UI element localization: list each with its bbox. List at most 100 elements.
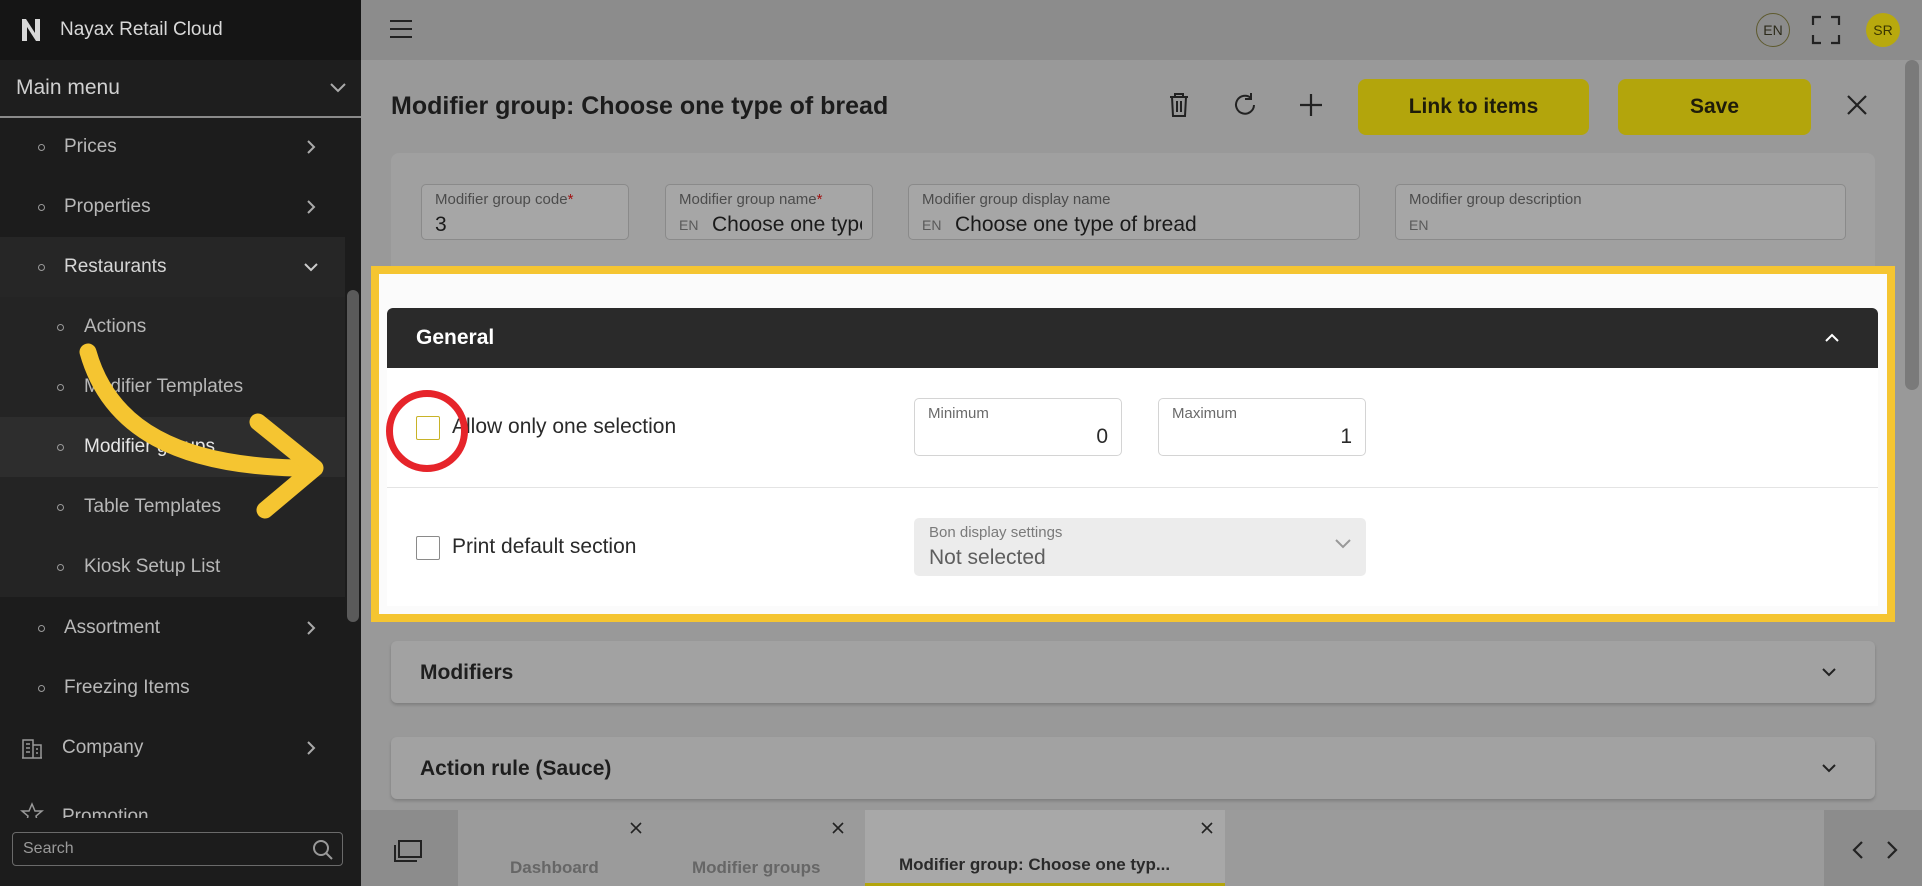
sidebar-item-restaurants[interactable]: Restaurants [0,237,345,297]
minimum-value: 0 [1096,425,1108,448]
allow-one-selection-label: Allow only one selection [452,415,677,438]
page-title: Modifier group: Choose one type of bread [391,92,889,120]
close-icon[interactable] [628,820,644,836]
minimum-label: Minimum [928,405,989,422]
chevron-up-icon [1825,333,1839,342]
sidebar-item-prices[interactable]: Prices [0,117,345,177]
chevron-right-icon [307,621,316,635]
print-default-section-label: Print default section [452,535,637,558]
user-avatar[interactable]: SR [1866,13,1900,47]
bullet-icon [38,684,45,692]
sidebar-item-company[interactable]: Company [0,718,345,778]
annotation-arrow-icon [79,343,324,519]
print-default-section-checkbox[interactable] [416,536,440,560]
chevron-down-icon [330,83,346,93]
tab-label: Dashboard [510,858,599,877]
bullet-icon [57,443,64,451]
building-icon [22,739,42,759]
tab-modifier-group-detail[interactable]: Modifier group: Choose one typ... [865,810,1225,886]
modifier-group-description-field[interactable]: Modifier group description EN [1395,184,1846,240]
chevron-right-icon [307,200,316,214]
code-label: Modifier group code [435,191,568,208]
chevron-right-icon[interactable] [1884,840,1900,860]
maximum-field[interactable]: Maximum 1 [1158,398,1366,456]
tab-dashboard[interactable]: Dashboard [458,810,654,886]
language-tag: EN [1409,217,1429,233]
description-label: Modifier group description [1409,191,1582,208]
chevron-left-icon[interactable] [1850,840,1866,860]
refresh-icon[interactable] [1230,90,1260,120]
trash-icon[interactable] [1164,90,1194,120]
close-icon[interactable] [1199,820,1215,836]
close-icon[interactable] [1842,90,1872,120]
app-title: Nayax Retail Cloud [60,19,223,40]
bullet-icon [38,624,45,632]
sidebar-item-label: Properties [64,196,151,217]
general-section-body: Allow only one selection Minimum 0 Maxim… [387,368,1878,606]
sidebar-item-promotion[interactable]: Promotion [0,778,345,818]
code-value: 3 [435,213,447,236]
action-rule-section-header[interactable]: Action rule (Sauce) [391,737,1875,799]
tab-strip: Dashboard Modifier groups Modifier group… [458,810,1824,886]
modifier-group-display-name-field[interactable]: Modifier group display name EN Choose on… [908,184,1360,240]
add-icon[interactable] [1296,90,1326,120]
display-name-label: Modifier group display name [922,191,1111,208]
hamburger-menu-icon[interactable] [389,18,413,40]
sidebar-item-freezing-items[interactable]: Freezing Items [0,658,345,718]
window-tabs-icon[interactable] [393,839,423,863]
name-value: Choose one type of bread [712,213,862,236]
field-label: Modifier group code* [435,191,573,208]
bullet-icon [57,323,64,331]
sidebar-item-label: Promotion [62,806,149,818]
language-selector[interactable]: EN [1756,13,1790,47]
chevron-down-icon [1822,668,1836,677]
main-scrollbar[interactable] [1905,60,1919,390]
link-to-items-button[interactable]: Link to items [1358,79,1589,135]
modifier-group-code-field[interactable]: Modifier group code* 3 [421,184,629,240]
chevron-down-icon [1822,764,1836,773]
modifier-group-name-field[interactable]: Modifier group name* EN Choose one type … [665,184,873,240]
chevron-right-icon [307,140,316,154]
sidebar-item-label: Assortment [64,617,161,638]
bon-display-value: Not selected [929,546,1046,569]
nayax-logo-icon [22,19,40,41]
print-default-row: Print default section Bon display settin… [387,487,1878,606]
main-menu-toggle[interactable]: Main menu [0,60,361,118]
display-name-value: Choose one type of bread [955,213,1197,236]
maximum-label: Maximum [1172,405,1238,422]
star-icon [20,802,44,818]
bon-display-settings-select[interactable]: Bon display settings Not selected [914,518,1366,576]
bullet-icon [57,563,64,571]
general-section-highlight: General Allow only one selection Minimum… [371,266,1895,622]
modifiers-section-title: Modifiers [420,661,514,684]
required-mark: * [816,191,823,208]
tab-label: Modifier group: Choose one typ... [899,855,1171,874]
bullet-icon [38,203,45,211]
sidebar-item-assortment[interactable]: Assortment [0,598,345,658]
sidebar-item-label: Kiosk Setup List [84,556,221,577]
maximum-value: 1 [1340,425,1352,448]
sidebar-item-label: Actions [84,316,147,337]
sidebar-item-kiosk-setup-list[interactable]: Kiosk Setup List [0,537,345,597]
action-rule-section-title: Action rule (Sauce) [420,757,612,780]
field-label: Modifier group name* [679,191,822,208]
save-button[interactable]: Save [1618,79,1811,135]
sidebar-item-label: Restaurants [64,256,167,277]
modifiers-section-header[interactable]: Modifiers [391,641,1875,703]
chevron-down-icon [1335,539,1351,549]
tab-modifier-groups[interactable]: Modifier groups [658,810,856,886]
bullet-icon [57,383,64,391]
required-mark: * [567,191,574,208]
bon-display-label: Bon display settings [929,524,1063,541]
general-section-header[interactable]: General [387,308,1878,368]
annotation-red-circle [386,390,468,472]
sidebar-item-properties[interactable]: Properties [0,177,345,237]
close-icon[interactable] [830,820,846,836]
general-section-title: General [416,326,495,349]
fullscreen-icon[interactable] [1811,15,1841,45]
minimum-field[interactable]: Minimum 0 [914,398,1122,456]
sidebar-search-input[interactable]: Search [12,832,343,866]
sidebar-item-label: Company [62,737,144,758]
main-menu-label: Main menu [16,76,120,99]
allow-one-row: Allow only one selection Minimum 0 Maxim… [387,368,1878,487]
